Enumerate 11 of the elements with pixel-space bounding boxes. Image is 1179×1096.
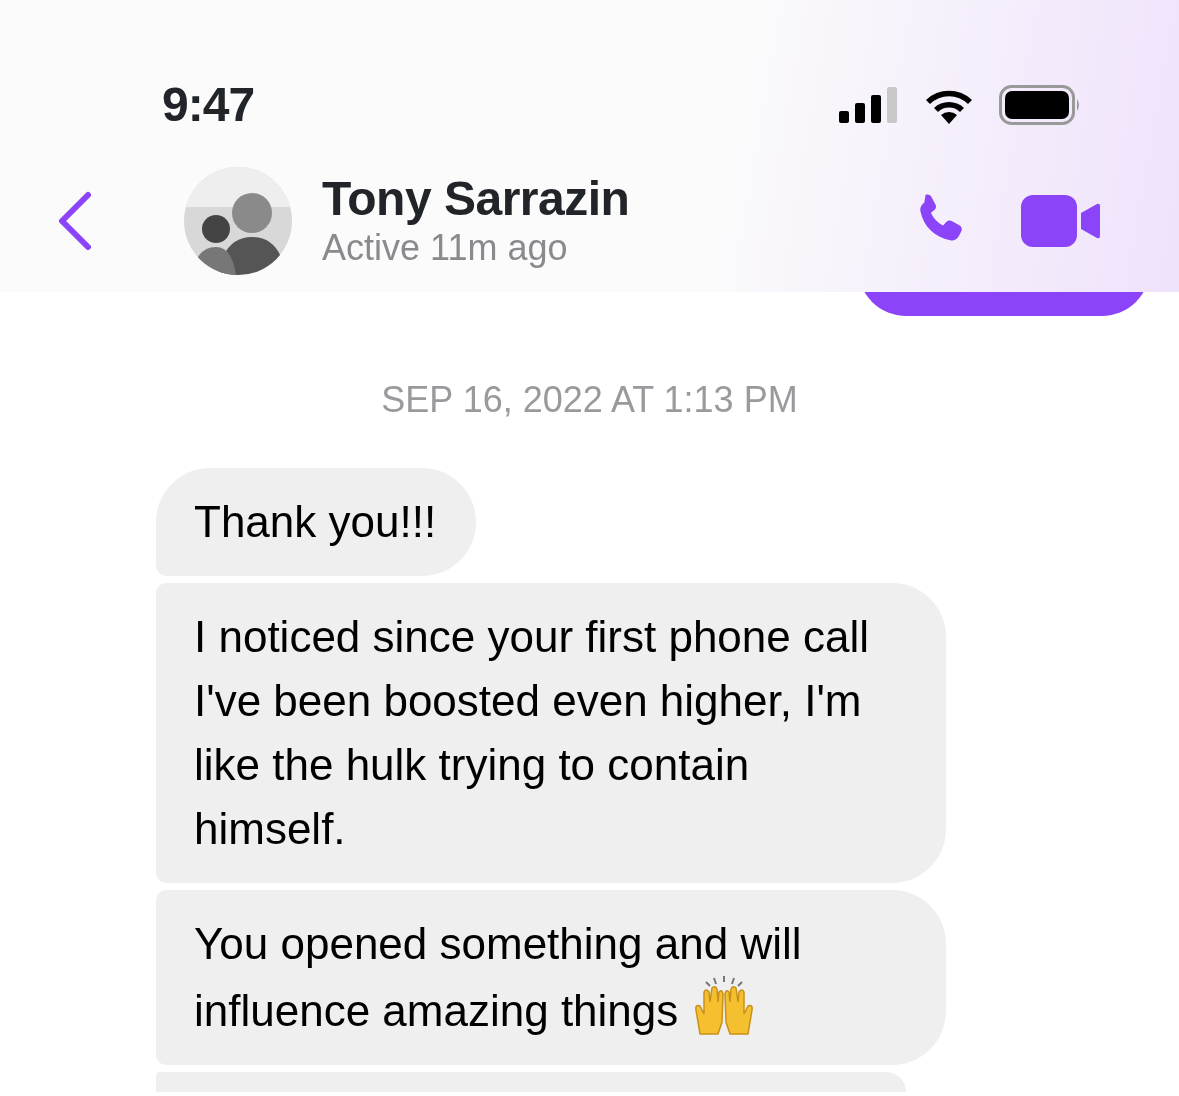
timestamp: SEP 16, 2022 AT 1:13 PM bbox=[380, 378, 799, 422]
battery-icon bbox=[999, 85, 1081, 125]
contact-name: Tony Sarrazin bbox=[322, 172, 631, 226]
received-message: I noticed since your first phone call I've been boosted even higher, I'm like the hulk trying to contain himself. bbox=[156, 583, 946, 883]
received-message: You opened something and will influence amazing things bbox=[156, 890, 946, 1065]
video-call-button[interactable] bbox=[1021, 195, 1101, 247]
status-time: 9:47 bbox=[162, 77, 255, 133]
back-button[interactable] bbox=[56, 191, 92, 251]
signal-icon bbox=[839, 87, 899, 123]
active-status: Active 11m ago bbox=[322, 226, 569, 270]
received-message: Thank you!!! bbox=[156, 468, 477, 576]
